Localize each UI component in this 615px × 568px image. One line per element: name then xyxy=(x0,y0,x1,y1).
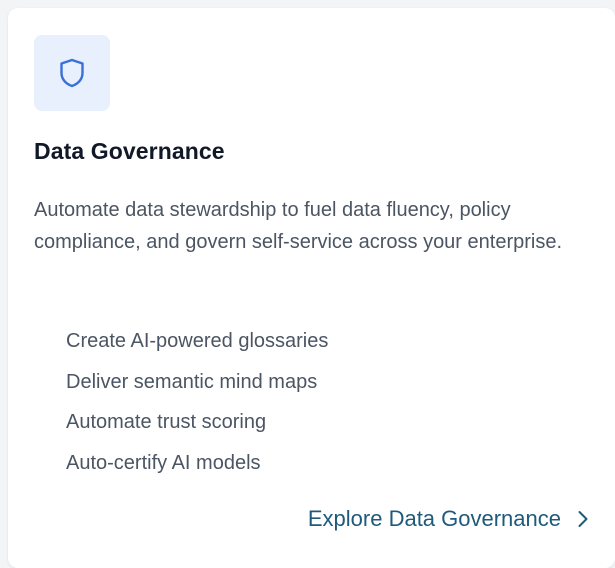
card-title: Data Governance xyxy=(34,138,225,164)
feature-item: Create AI-powered glossaries xyxy=(66,330,329,352)
shield-icon xyxy=(60,58,84,88)
feature-list: Create AI-powered glossaries Deliver sem… xyxy=(66,321,328,483)
explore-data-governance-link[interactable]: Explore Data Governance xyxy=(308,504,589,534)
chevron-right-icon xyxy=(578,511,588,527)
feature-item: Automate trust scoring xyxy=(66,411,267,433)
data-governance-card: Data Governance Automate data stewardshi… xyxy=(8,8,615,568)
card-description: Automate data stewardship to fuel data f… xyxy=(34,199,563,253)
icon-tile xyxy=(34,35,110,111)
feature-item: Auto-certify AI models xyxy=(66,451,261,474)
feature-item: Deliver semantic mind maps xyxy=(66,370,318,393)
explore-link-label: Explore Data Governance xyxy=(307,506,561,531)
